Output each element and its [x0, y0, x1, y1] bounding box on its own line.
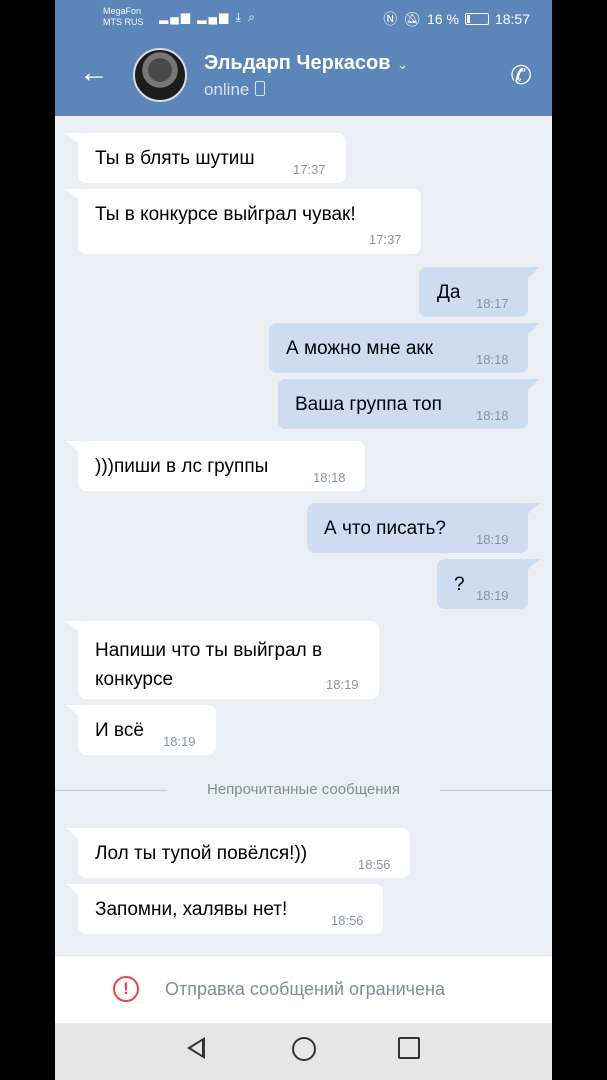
message-bubble[interactable]: Да 18:17 — [419, 267, 540, 317]
message-time: 18:19 — [326, 677, 359, 692]
message-time: 18:19 — [476, 588, 509, 603]
message-text: Лол ты тупой повёлся!)) — [95, 843, 308, 864]
message-time: 18:56 — [358, 857, 391, 872]
message-time: 17:37 — [293, 162, 326, 177]
unread-label: Непрочитанные сообщения — [207, 781, 400, 798]
nfc-icon: Ⓝ — [383, 11, 398, 27]
message-bubble[interactable]: И всё 18:19 — [66, 705, 216, 755]
chat-header: ← Эльдарп Черкасов ⌄ online ✆ — [55, 36, 552, 116]
carrier-1: MegaFon — [103, 6, 142, 16]
battery-percent: 16 % — [427, 11, 459, 27]
message-time: 18:56 — [331, 913, 364, 928]
messaging-restricted-bar: ! Отправка сообщений ограничена — [55, 955, 552, 1024]
message-bubble[interactable]: Запомни, халявы нет! 18:56 — [66, 884, 383, 934]
message-time: 18:18 — [313, 470, 346, 485]
message-bubble[interactable]: А что писать? 18:19 — [307, 503, 540, 553]
message-text: И всё — [95, 720, 144, 741]
contact-name[interactable]: Эльдарп Черкасов ⌄ — [204, 52, 408, 75]
message-text: Ты в блять шутиш — [95, 148, 255, 169]
message-bubble[interactable]: )))пиши в лс группы 18:18 — [66, 441, 365, 491]
chevron-down-icon[interactable]: ⌄ — [397, 56, 409, 72]
presence-status: online — [204, 80, 266, 100]
clock: 18:57 — [494, 11, 530, 27]
signal-icons: ▂▄▆ ▂▄▆ ⤓ ⌕ — [159, 10, 257, 24]
message-bubble[interactable]: Лол ты тупой повёлся!)) 18:56 — [66, 828, 410, 878]
message-text: А можно мне акк — [286, 338, 434, 359]
message-bubble[interactable]: А можно мне акк 18:18 — [269, 323, 540, 373]
message-time: 18:17 — [476, 296, 509, 311]
mobile-icon — [255, 81, 266, 96]
message-bubble[interactable]: Ваша группа топ 18:18 — [278, 379, 540, 429]
warning-icon: ! — [113, 976, 139, 1002]
message-bubble[interactable]: ? 18:19 — [437, 559, 540, 609]
message-time: 18:19 — [163, 734, 196, 749]
restricted-text: Отправка сообщений ограничена — [165, 979, 445, 999]
message-bubble[interactable]: Ты в конкурсе выйграл чувак! 17:37 — [66, 189, 421, 254]
back-arrow-icon[interactable]: ← — [79, 58, 109, 88]
unread-divider: Непрочитанные сообщения — [55, 781, 552, 798]
back-nav-icon[interactable] — [187, 1037, 205, 1059]
battery-icon — [464, 13, 489, 25]
message-text: Ваша группа топ — [295, 394, 442, 415]
message-bubble[interactable]: Ты в блять шутиш 17:37 — [66, 133, 346, 183]
message-text: ? — [454, 574, 465, 595]
recents-nav-icon[interactable] — [398, 1037, 420, 1059]
message-text: )))пиши в лс группы — [95, 456, 269, 477]
status-bar: MegaFon MTS RUS ▂▄▆ ▂▄▆ ⤓ ⌕ Ⓝ 🔕︎ 16 % 18… — [55, 0, 552, 36]
home-nav-icon[interactable] — [292, 1037, 316, 1061]
avatar[interactable] — [133, 48, 187, 102]
phone-screen: MegaFon MTS RUS ▂▄▆ ▂▄▆ ⤓ ⌕ Ⓝ 🔕︎ 16 % 18… — [55, 0, 552, 1080]
system-nav-bar — [55, 1023, 552, 1080]
message-bubble[interactable]: Напиши что ты выйграл в конкурсе 18:19 — [66, 621, 379, 699]
carrier-2: MTS RUS — [103, 17, 144, 27]
message-time: 18:19 — [476, 532, 509, 547]
mute-icon: 🔕︎ — [403, 10, 422, 27]
message-text: А что писать? — [324, 518, 446, 539]
message-text: Запомни, халявы нет! — [95, 899, 288, 920]
status-right: Ⓝ 🔕︎ 16 % 18:57 — [383, 9, 530, 29]
message-text: Да — [437, 282, 461, 303]
message-time: 18:18 — [476, 352, 509, 367]
message-text: Ты в конкурсе выйграл чувак! — [95, 204, 356, 225]
carrier-labels: MegaFon MTS RUS — [103, 6, 144, 28]
message-time: 18:18 — [476, 408, 509, 423]
message-time: 17:37 — [369, 232, 402, 247]
phone-icon[interactable]: ✆ — [510, 60, 532, 91]
